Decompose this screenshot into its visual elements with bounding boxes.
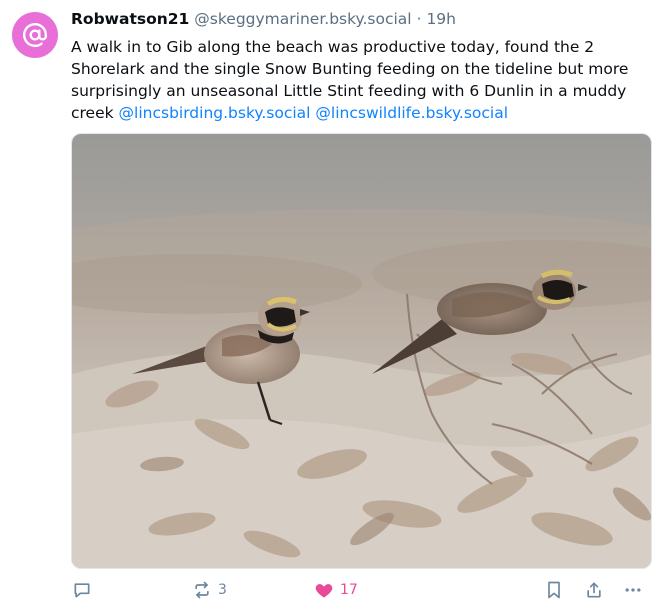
repost-count: 3 — [218, 582, 227, 598]
share-icon — [587, 582, 601, 598]
separator-dot: · — [416, 10, 422, 28]
mention-link[interactable]: @lincswildlife.bsky.social — [315, 104, 508, 122]
ellipsis-icon — [625, 588, 641, 592]
mention-link[interactable]: @lincsbirding.bsky.social — [119, 104, 311, 122]
more-options-button[interactable] — [623, 578, 643, 602]
reply-button[interactable] — [72, 578, 98, 602]
post-image[interactable] — [71, 133, 652, 569]
speech-bubble-icon — [74, 583, 90, 598]
post-text: A walk in to Gib along the beach was pro… — [71, 36, 651, 124]
post-actions: 3 17 — [0, 578, 655, 604]
shorelark-photo — [72, 134, 651, 568]
avatar[interactable] — [12, 12, 58, 58]
like-count: 17 — [340, 582, 358, 598]
post-timestamp[interactable]: 19h — [426, 10, 456, 28]
bookmark-icon — [548, 581, 560, 599]
repost-arrows-icon — [195, 581, 209, 599]
like-button[interactable]: 17 — [314, 578, 358, 602]
repost-button[interactable]: 3 — [192, 578, 227, 602]
author-handle[interactable]: @skeggymariner.bsky.social — [194, 10, 411, 28]
bookmark-button[interactable] — [544, 578, 564, 602]
at-sign-icon — [22, 23, 48, 47]
post-header: Robwatson21 @skeggymariner.bsky.social ·… — [71, 9, 456, 29]
author-name[interactable]: Robwatson21 — [71, 10, 189, 28]
share-button[interactable] — [584, 578, 604, 602]
heart-icon — [315, 584, 333, 598]
